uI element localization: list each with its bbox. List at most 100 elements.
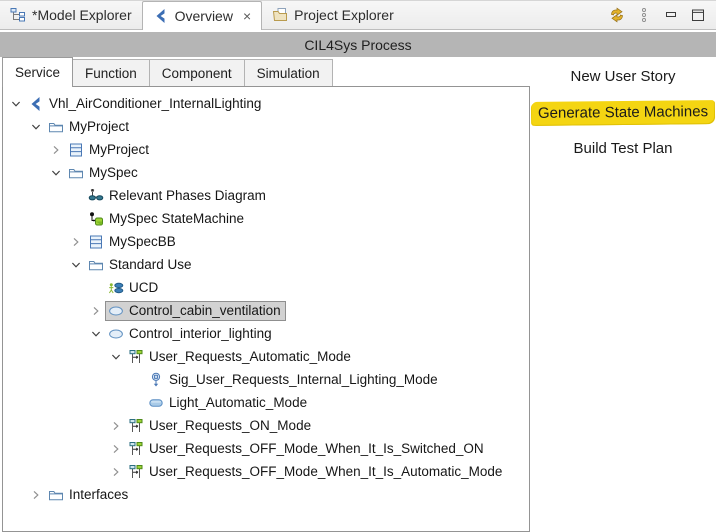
- tab-model-explorer[interactable]: *Model Explorer: [0, 1, 142, 29]
- sequence-icon: [128, 441, 144, 457]
- chevron-right-icon[interactable]: [89, 304, 103, 318]
- tree-item-content: Vhl_AirConditioner_InternalLighting: [25, 94, 266, 114]
- tree-item-light-automatic-mode[interactable]: Light_Automatic_Mode: [3, 391, 529, 414]
- tree-item-label: Vhl_AirConditioner_InternalLighting: [49, 96, 262, 111]
- tree-item-label: Relevant Phases Diagram: [109, 188, 266, 203]
- table-icon: [88, 234, 104, 250]
- tree-item-content: MySpecBB: [85, 232, 181, 252]
- system-icon: [28, 96, 44, 112]
- tree-item-sig-user-requests-internal-lighting-mode[interactable]: Sig_User_Requests_Internal_Lighting_Mode: [3, 368, 529, 391]
- folder-icon: [88, 257, 104, 273]
- tree-item-myspec[interactable]: MySpec: [3, 161, 529, 184]
- chevron-right-icon[interactable]: [29, 488, 43, 502]
- process-title: CIL4Sys Process: [304, 36, 412, 53]
- tree-item-label: Control_interior_lighting: [129, 326, 272, 341]
- project-explorer-icon: [272, 7, 288, 23]
- tab-service[interactable]: Service: [2, 57, 74, 87]
- tree-item-content: User_Requests_OFF_Mode_When_It_Is_Switch…: [125, 439, 489, 459]
- tree-item-content: Interfaces: [45, 485, 133, 505]
- chevron-down-icon[interactable]: [109, 350, 123, 364]
- tab-component[interactable]: Component: [148, 59, 245, 86]
- signal-icon: [148, 372, 164, 388]
- view-menu-icon[interactable]: [636, 7, 652, 23]
- tree-item-content: Control_interior_lighting: [105, 324, 277, 344]
- tree-item-ucd[interactable]: UCD: [3, 276, 529, 299]
- tree-item-content: MyProject: [45, 117, 134, 137]
- chevron-right-icon[interactable]: [49, 143, 63, 157]
- tab-label: Overview: [174, 8, 233, 24]
- tree-item-label: MySpec: [89, 165, 138, 180]
- action-generate-state-machines[interactable]: Generate State Machines: [531, 100, 715, 125]
- tree-item-content: Relevant Phases Diagram: [85, 186, 271, 206]
- tree-item-label: MyProject: [69, 119, 130, 134]
- action-new-user-story[interactable]: New User Story: [564, 65, 681, 88]
- tree-item-user-requests-on-mode[interactable]: User_Requests_ON_Mode: [3, 414, 529, 437]
- sequence-icon: [128, 464, 144, 480]
- tree-item-content: Light_Automatic_Mode: [145, 393, 312, 413]
- model-explorer-icon: [10, 7, 26, 23]
- tree-item-content: User_Requests_ON_Mode: [125, 416, 316, 436]
- chevron-down-icon[interactable]: [9, 97, 23, 111]
- tab-simulation[interactable]: Simulation: [243, 59, 333, 86]
- tree-item-standard-use[interactable]: Standard Use: [3, 253, 529, 276]
- minimize-icon[interactable]: [663, 7, 679, 23]
- sequence-icon: [128, 349, 144, 365]
- folder-icon: [48, 487, 64, 503]
- action-build-test-plan[interactable]: Build Test Plan: [568, 137, 679, 160]
- close-icon[interactable]: ×: [243, 9, 251, 23]
- tree-item-user-requests-automatic-mode[interactable]: User_Requests_Automatic_Mode: [3, 345, 529, 368]
- tab-label: Project Explorer: [294, 7, 394, 23]
- tree-item-label: User_Requests_OFF_Mode_When_It_Is_Automa…: [149, 464, 503, 479]
- chevron-right-icon[interactable]: [109, 442, 123, 456]
- phases-diagram-icon: [88, 188, 104, 204]
- tab-label: *Model Explorer: [32, 7, 132, 23]
- tree-item-myproject[interactable]: MyProject: [3, 115, 529, 138]
- view-toolbar: [609, 1, 716, 29]
- tree-item-control-interior-lighting[interactable]: Control_interior_lighting: [3, 322, 529, 345]
- usecase-icon: [108, 326, 124, 342]
- tree-item-label: Sig_User_Requests_Internal_Lighting_Mode: [169, 372, 438, 387]
- tree-item-label: MySpec StateMachine: [109, 211, 245, 226]
- tree-item-content: Sig_User_Requests_Internal_Lighting_Mode: [145, 370, 443, 390]
- chevron-down-icon[interactable]: [29, 120, 43, 134]
- tree-item-vhl-airconditioner-internallighting[interactable]: Vhl_AirConditioner_InternalLighting: [3, 92, 529, 115]
- tree-item-label: User_Requests_OFF_Mode_When_It_Is_Switch…: [149, 441, 484, 456]
- tree-item-interfaces[interactable]: Interfaces: [3, 483, 529, 506]
- chevron-down-icon[interactable]: [69, 258, 83, 272]
- sync-icon[interactable]: [609, 7, 625, 23]
- tree-item-label: Interfaces: [69, 487, 129, 502]
- chevron-down-icon[interactable]: [89, 327, 103, 341]
- tree-item-myspecbb[interactable]: MySpecBB: [3, 230, 529, 253]
- left-pane: Vhl_AirConditioner_InternalLighting MyPro…: [0, 57, 530, 532]
- tree-item-content: MySpec StateMachine: [85, 209, 249, 229]
- usecase-diagram-icon: [108, 280, 124, 296]
- tree-item-relevant-phases-diagram[interactable]: Relevant Phases Diagram: [3, 184, 529, 207]
- model-tree: Vhl_AirConditioner_InternalLighting MyPro…: [2, 86, 530, 532]
- folder-icon: [68, 165, 84, 181]
- state-icon: [148, 395, 164, 411]
- tree-item-label: MySpecBB: [109, 234, 176, 249]
- tree-item-content: UCD: [105, 278, 163, 298]
- tab-overview[interactable]: Overview ×: [141, 1, 263, 30]
- chevron-right-icon[interactable]: [109, 465, 123, 479]
- chevron-down-icon[interactable]: [49, 166, 63, 180]
- chevron-right-icon[interactable]: [69, 235, 83, 249]
- tree-item-control-cabin-ventilation[interactable]: Control_cabin_ventilation: [3, 299, 529, 322]
- usecase-icon: [108, 303, 124, 319]
- tree-item-label: Light_Automatic_Mode: [169, 395, 308, 410]
- folder-icon: [48, 119, 64, 135]
- editor-tabs: *Model Explorer Overview × Project Explorer: [0, 1, 404, 30]
- tree-item-user-requests-off-mode-when-it-is-automatic-mode[interactable]: User_Requests_OFF_Mode_When_It_Is_Automa…: [3, 460, 529, 483]
- overview-icon: [153, 8, 169, 24]
- tab-project-explorer[interactable]: Project Explorer: [262, 1, 404, 29]
- maximize-icon[interactable]: [690, 7, 706, 23]
- tree-item-label: UCD: [129, 280, 159, 295]
- sequence-icon: [128, 418, 144, 434]
- tree-item-user-requests-off-mode-when-it-is-switched-on[interactable]: User_Requests_OFF_Mode_When_It_Is_Switch…: [3, 437, 529, 460]
- tree-item-label: MyProject: [89, 142, 150, 157]
- chevron-right-icon[interactable]: [109, 419, 123, 433]
- tree-item-myproject[interactable]: MyProject: [3, 138, 529, 161]
- tab-function[interactable]: Function: [72, 59, 150, 86]
- tree-item-myspec-statemachine[interactable]: MySpec StateMachine: [3, 207, 529, 230]
- process-header: CIL4Sys Process: [0, 32, 716, 57]
